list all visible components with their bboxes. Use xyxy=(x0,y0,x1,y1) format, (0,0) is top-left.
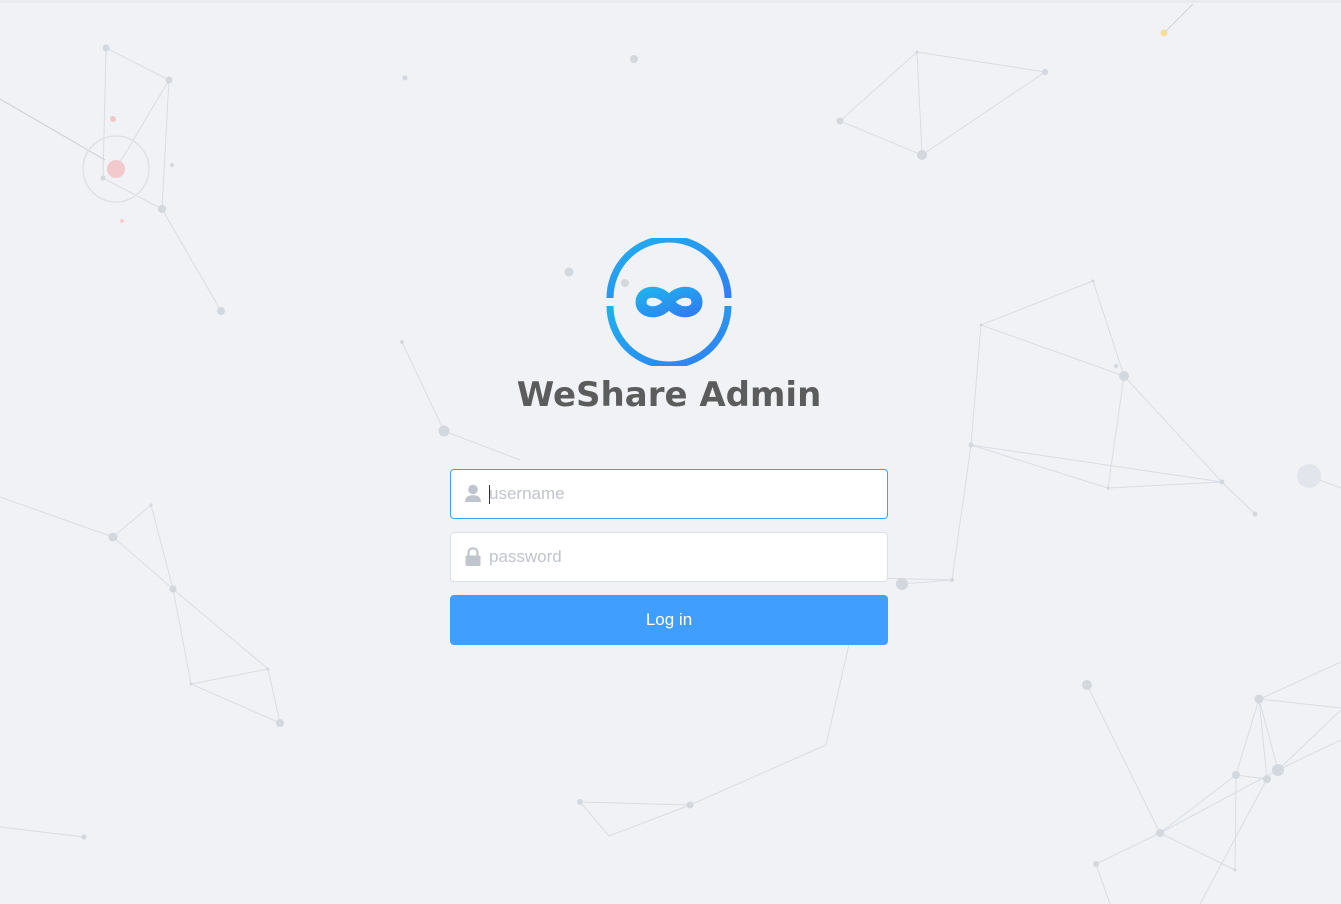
login-form: Log in xyxy=(450,469,888,645)
app-title: WeShare Admin xyxy=(516,375,822,415)
login-button[interactable]: Log in xyxy=(450,595,888,645)
lock-icon xyxy=(465,547,481,566)
username-field[interactable] xyxy=(450,469,888,519)
user-icon xyxy=(465,484,481,502)
login-page: WeShare Admin Log in xyxy=(0,0,1341,904)
weshare-logo xyxy=(606,238,732,366)
login-panel: WeShare Admin Log in xyxy=(450,238,888,645)
username-input[interactable] xyxy=(489,470,879,518)
text-caret xyxy=(489,485,490,504)
password-input[interactable] xyxy=(489,533,879,581)
password-field[interactable] xyxy=(450,532,888,582)
